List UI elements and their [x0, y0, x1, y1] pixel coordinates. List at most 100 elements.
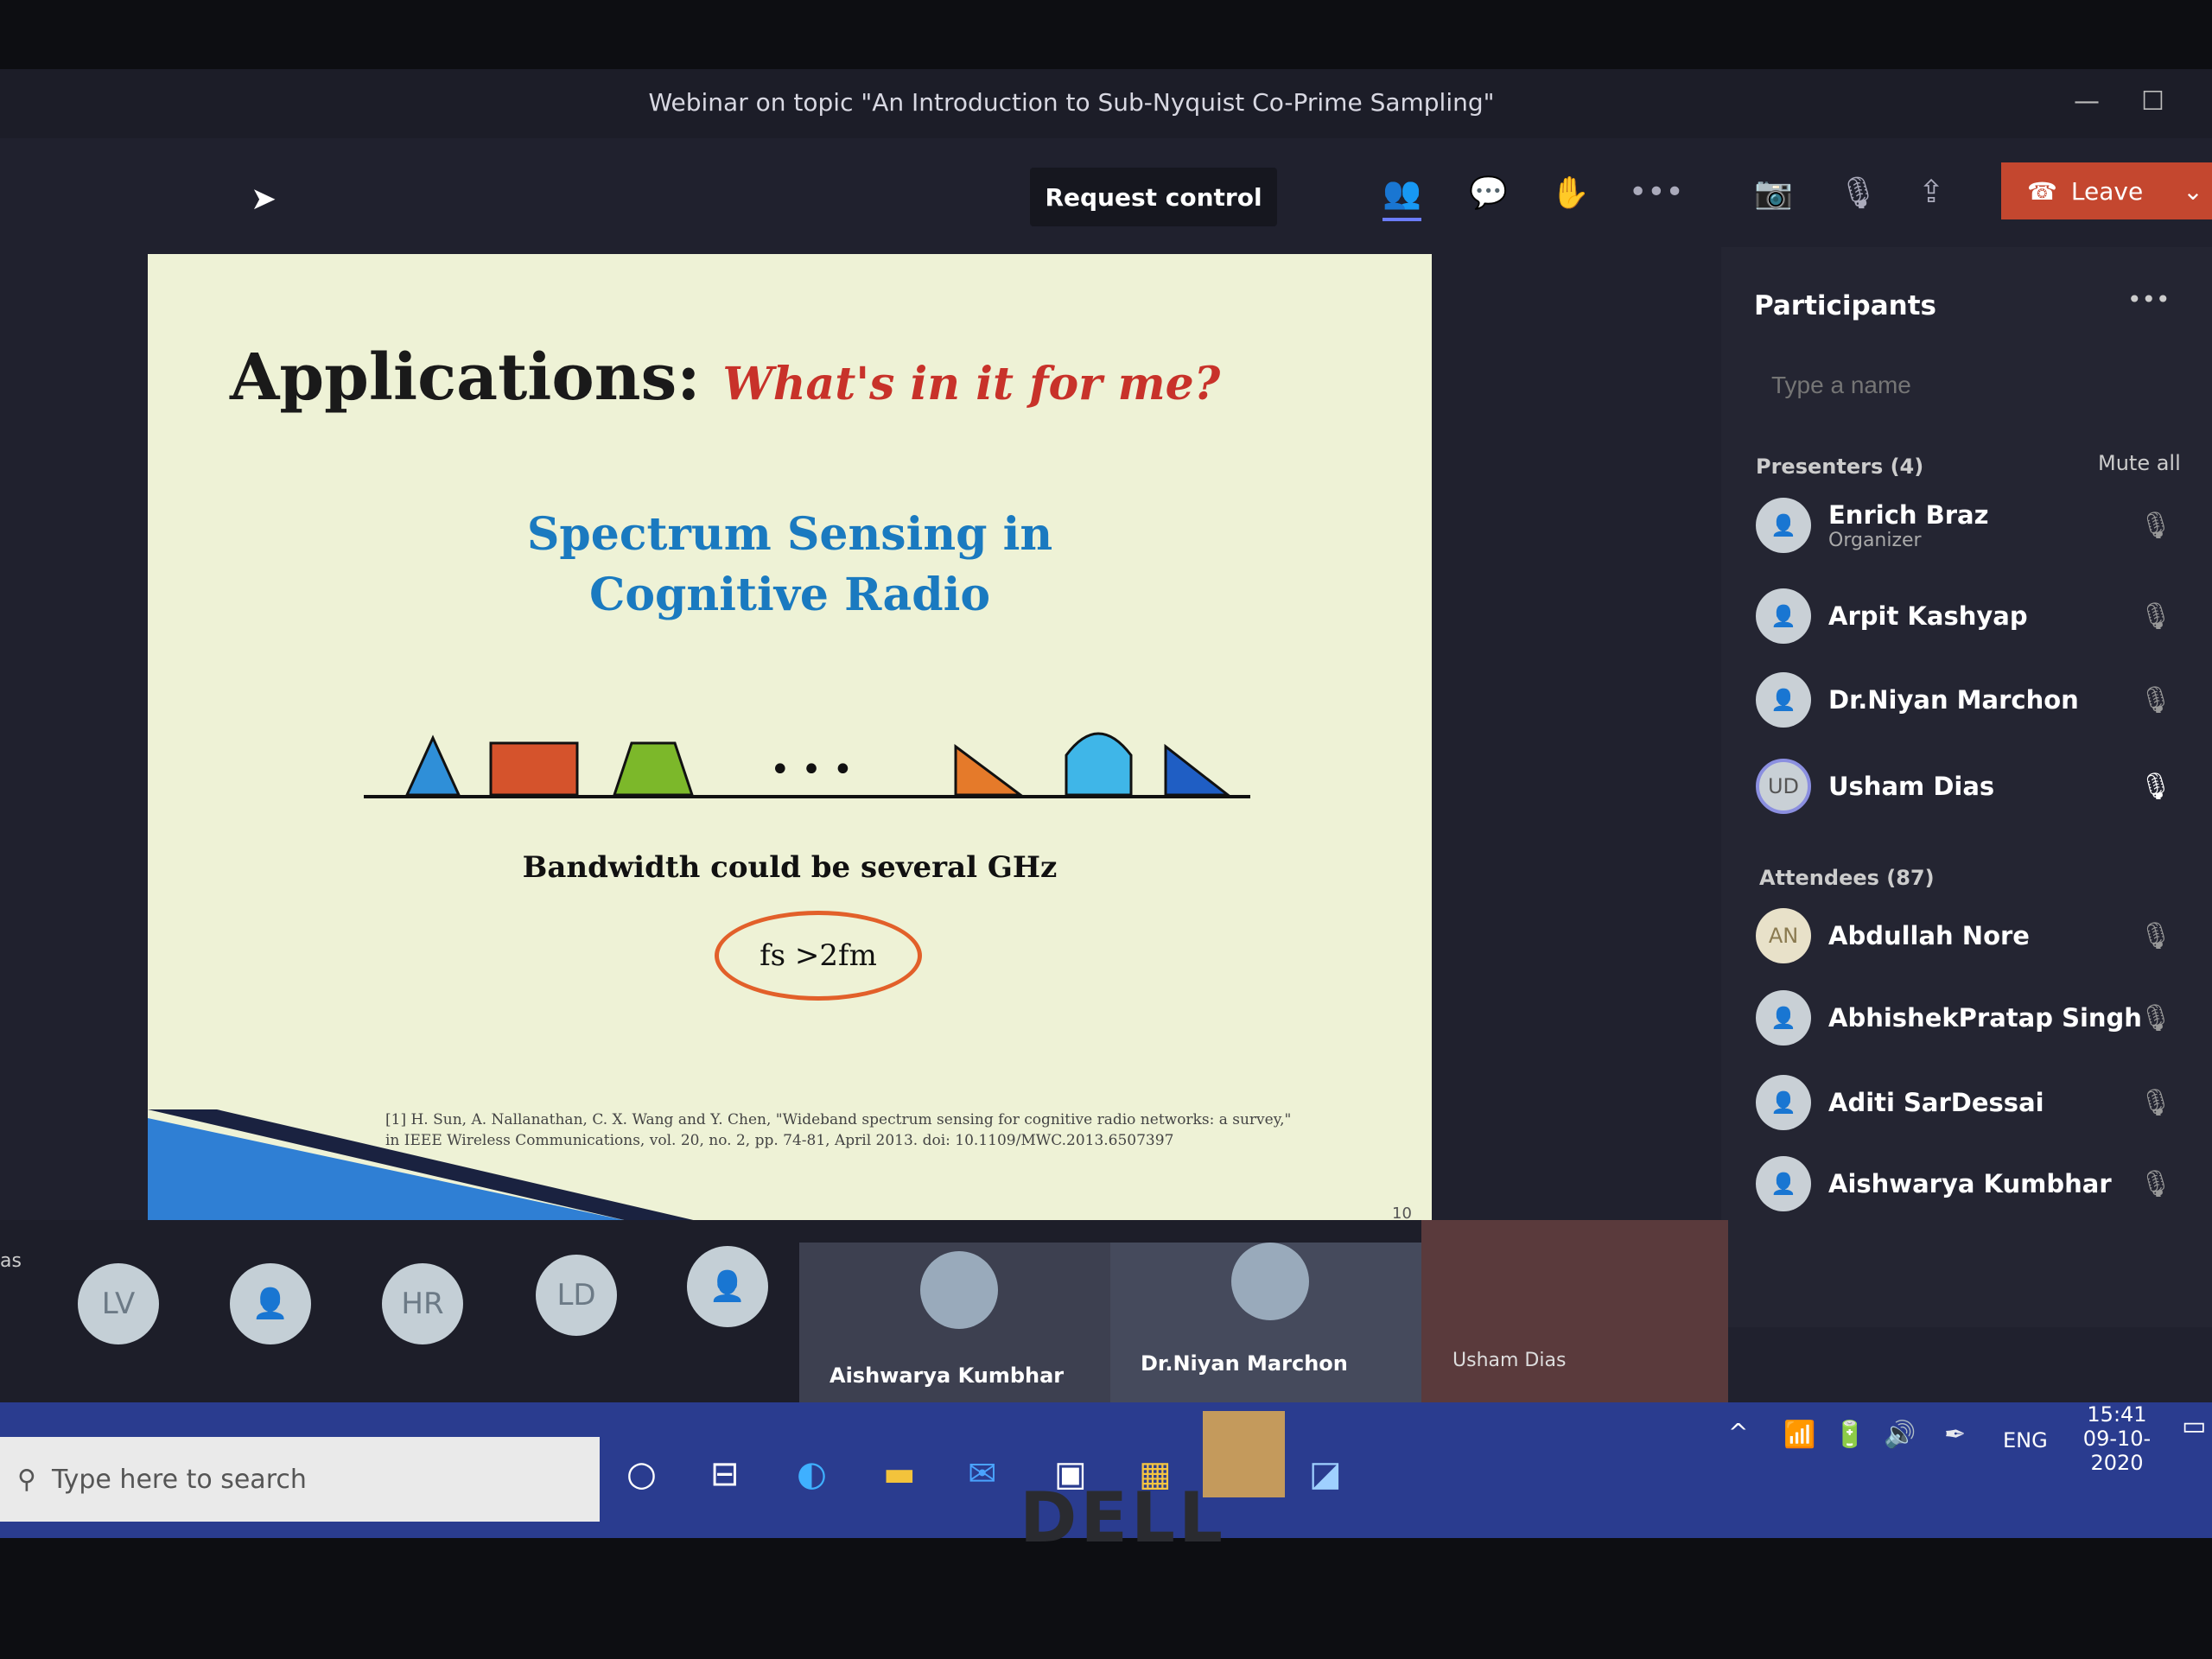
participant-name: Abdullah Nore [1828, 921, 2030, 950]
participant-row[interactable]: AN Abdullah Nore 🎙 [1756, 908, 2188, 963]
avatar: 👤 [1756, 1156, 1811, 1211]
attendees-label[interactable]: Attendees (87) [1759, 866, 1935, 890]
participant-search-input[interactable] [1754, 359, 2186, 411]
mic-muted-icon[interactable]: 🎙 [2139, 921, 2172, 951]
participants-title: Participants [1754, 290, 1936, 321]
leave-button[interactable]: ☎ Leave ⌄ [2001, 162, 2212, 219]
bandwidth-text: Bandwidth could be several GHz [522, 850, 1058, 885]
video-strip: as LV 👤 HR LD 👤 Aishwarya Kumbhar Dr.Niy… [0, 1220, 1728, 1402]
avatar[interactable]: LV [78, 1263, 159, 1344]
screen: Webinar on topic "An Introduction to Sub… [0, 69, 2212, 1538]
participant-name: Usham Dias [1828, 772, 1995, 801]
avatar: 👤 [1756, 1075, 1811, 1130]
search-placeholder: Type here to search [51, 1464, 307, 1495]
mic-muted-icon[interactable]: 🎙 [2139, 1088, 2172, 1118]
cortana-icon[interactable]: ○ [626, 1454, 657, 1494]
tray-chevron-up-icon[interactable]: ^ [1728, 1418, 1748, 1446]
chat-icon[interactable]: 💬 [1469, 175, 1508, 211]
participant-name: Aishwarya Kumbhar [1828, 1169, 2112, 1198]
participant-row[interactable]: UD Usham Dias 🎙 [1756, 759, 2188, 814]
truncated-label: as [0, 1250, 22, 1272]
taskbar-search[interactable]: ⚲ Type here to search [0, 1437, 600, 1522]
presenters-label[interactable]: Presenters (4) [1756, 454, 1923, 479]
battery-icon[interactable]: 🔋 [1834, 1420, 1866, 1450]
ellipsis-dots: • • • [770, 750, 853, 790]
slide-heading: Spectrum Sensing in Cognitive Radio [526, 508, 1053, 621]
request-control-button[interactable]: Request control [1030, 168, 1277, 226]
participant-row[interactable]: 👤 AbhishekPratap Singh 🎙 [1756, 990, 2188, 1046]
share-screen-icon[interactable]: ⇪ [1918, 175, 1944, 210]
avatar[interactable]: 👤 [230, 1263, 311, 1344]
avatar [920, 1251, 998, 1329]
participant-row[interactable]: 👤 Dr.Niyan Marchon 🎙 [1756, 672, 2188, 728]
edge-icon[interactable]: ◐ [797, 1454, 827, 1494]
video-tile[interactable]: Dr.Niyan Marchon [1110, 1243, 1421, 1402]
slide-title: Applications: What's in it for me? [230, 340, 1221, 415]
avatar[interactable]: 👤 [687, 1246, 768, 1327]
avatar[interactable]: LD [536, 1255, 617, 1336]
volume-icon[interactable]: 🔊 [1884, 1420, 1916, 1450]
minimize-button[interactable]: — [2074, 86, 2100, 117]
spectrum-diagram: • • • [364, 732, 1250, 798]
window-title: Webinar on topic "An Introduction to Sub… [648, 88, 1495, 117]
shared-slide: Applications: What's in it for me? Spect… [148, 254, 1432, 1220]
app-icon[interactable]: ◪ [1309, 1454, 1342, 1494]
dome-band [1065, 732, 1133, 797]
mic-muted-icon[interactable]: 🎙 [2139, 601, 2172, 632]
ramp-band-orange [954, 744, 1025, 797]
trapezoid-band [612, 741, 695, 797]
language-indicator[interactable]: ENG [2003, 1428, 2048, 1452]
notification-icon[interactable]: ▭ [2182, 1411, 2206, 1441]
dell-logo: DELL [1020, 1478, 1227, 1558]
participant-name: Arpit Kashyap [1828, 601, 2028, 631]
participant-row[interactable]: 👤 Aishwarya Kumbhar 🎙 [1756, 1156, 2188, 1211]
participant-row[interactable]: 👤 Arpit Kashyap 🎙 [1756, 588, 2188, 644]
chevron-down-icon[interactable]: ⌄ [2183, 177, 2202, 206]
mic-muted-icon[interactable]: 🎙 [2139, 1003, 2172, 1033]
avatar: 👤 [1756, 588, 1811, 644]
slide-decoration [148, 1109, 694, 1220]
camera-off-icon[interactable]: 📷 [1754, 175, 1793, 211]
mic-muted-icon[interactable]: 🎙 [2139, 511, 2172, 541]
mic-muted-icon[interactable]: 🎙 [2139, 685, 2172, 715]
maximize-button[interactable]: ☐ [2141, 86, 2164, 117]
video-tile[interactable]: Aishwarya Kumbhar [799, 1243, 1110, 1402]
mic-off-icon[interactable]: 🎙 [1839, 175, 1878, 211]
participants-icon[interactable]: 👥 [1382, 175, 1421, 221]
mute-all-button[interactable]: Mute all [2098, 451, 2181, 475]
participant-name: AbhishekPratap Singh [1828, 1003, 2142, 1033]
avatar [1231, 1243, 1309, 1320]
file-explorer-icon[interactable]: ▬ [883, 1454, 916, 1494]
participants-more-button[interactable]: ••• [2127, 285, 2171, 314]
wifi-icon[interactable]: 📶 [1783, 1420, 1815, 1450]
participant-name: Dr.Niyan Marchon [1828, 685, 2079, 715]
video-name: Aishwarya Kumbhar [830, 1363, 1065, 1388]
triangle-band [404, 734, 461, 797]
mail-icon[interactable]: ✉ [968, 1454, 997, 1494]
mic-muted-icon[interactable]: 🎙 [2139, 1169, 2172, 1199]
more-options-icon[interactable]: ••• [1629, 175, 1684, 210]
rect-band [489, 741, 579, 797]
phone-icon: ☎ [2027, 176, 2057, 206]
participants-panel: Participants ••• Presenters (4) Mute all… [1721, 247, 2212, 1327]
clock[interactable]: 15:41 09-10-2020 [2065, 1402, 2169, 1475]
avatar: AN [1756, 908, 1811, 963]
avatar[interactable]: HR [382, 1263, 463, 1344]
video-name: Dr.Niyan Marchon [1141, 1351, 1348, 1376]
pen-icon[interactable]: ✒ [1944, 1420, 1966, 1450]
video-tile[interactable]: Usham Dias [1421, 1220, 1728, 1402]
slide-subtitle: What's in it for me? [722, 358, 1221, 410]
video-name: Usham Dias [1452, 1350, 1567, 1371]
avatar: UD [1756, 759, 1811, 814]
avatar: 👤 [1756, 498, 1811, 553]
participant-role: Organizer [1828, 529, 1922, 551]
participant-row[interactable]: 👤 Enrich Braz Organizer 🎙 [1756, 498, 2188, 553]
participant-row[interactable]: 👤 Aditi SarDessai 🎙 [1756, 1075, 2188, 1130]
formula-ellipse: fs >2fm [715, 911, 922, 1001]
title-bar: Webinar on topic "An Introduction to Sub… [0, 69, 2212, 138]
leave-label: Leave [2070, 176, 2144, 206]
task-view-icon[interactable]: ⊟ [710, 1454, 740, 1494]
raise-hand-icon[interactable]: ✋ [1551, 175, 1590, 211]
ramp-band-blue [1164, 743, 1232, 797]
mic-icon[interactable]: 🎙 [2139, 772, 2172, 802]
